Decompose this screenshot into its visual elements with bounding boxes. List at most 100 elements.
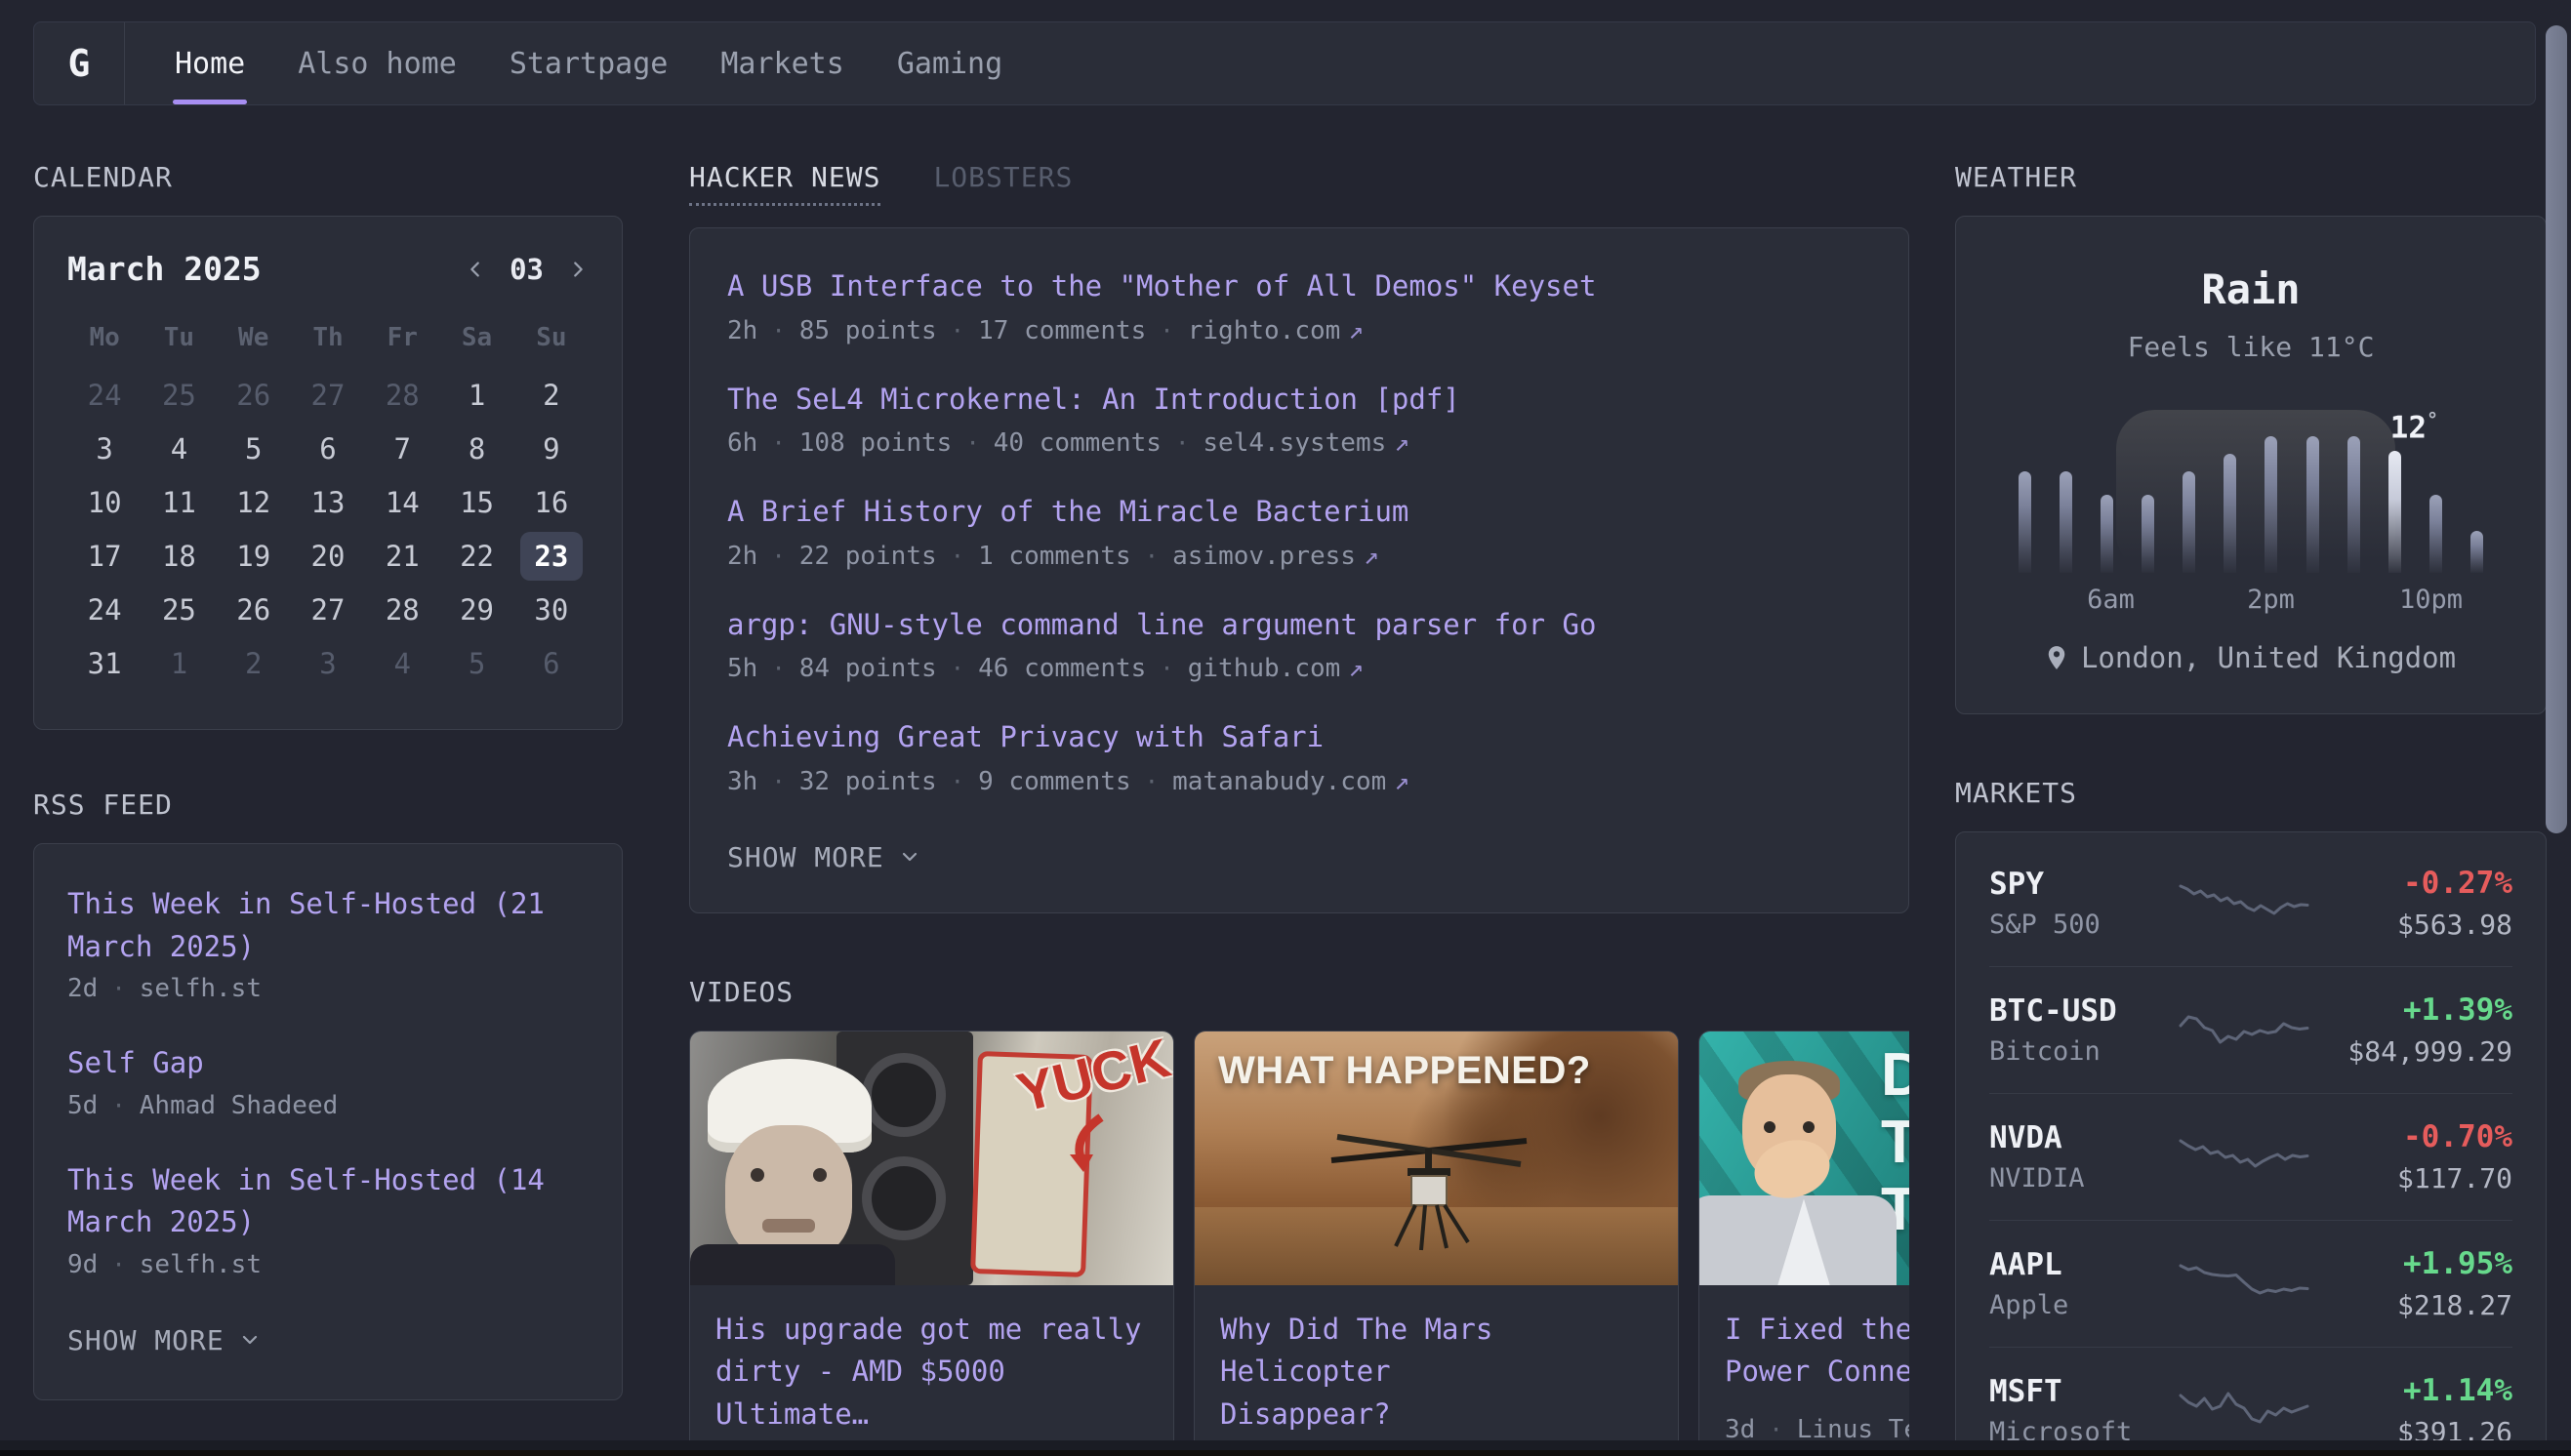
calendar-month-number[interactable]: 03 (510, 253, 544, 286)
news-item-title[interactable]: A Brief History of the Miracle Bacterium (727, 491, 1871, 534)
market-name: Bitcoin (1989, 1036, 2170, 1067)
calendar-day: 2 (514, 368, 589, 422)
news-item-comments[interactable]: 1 comments (978, 542, 1131, 571)
market-symbol-link[interactable]: AAPL (1989, 1247, 2170, 1282)
market-sparkline (2170, 1257, 2317, 1312)
nav-tab-gaming[interactable]: Gaming (897, 22, 1002, 104)
show-more-label: SHOW MORE (67, 1324, 224, 1356)
video-thumbnail[interactable]: WHAT HAPPENED? (1195, 1031, 1678, 1285)
calendar-day: 5 (439, 636, 513, 690)
chevron-down-icon (898, 845, 921, 869)
market-symbol-link[interactable]: SPY (1989, 867, 2170, 902)
app-logo[interactable]: G (34, 22, 125, 104)
rss-item-title[interactable]: Self Gap (67, 1042, 589, 1085)
external-link-icon: ↗ (1364, 542, 1379, 571)
news-item-title[interactable]: A USB Interface to the "Mother of All De… (727, 265, 1871, 308)
calendar-day: 23 (520, 532, 583, 581)
market-name: S&P 500 (1989, 910, 2170, 940)
rss-item-title[interactable]: This Week in Self-Hosted (21 March 2025) (67, 883, 589, 968)
video-title[interactable]: I Fixed the 5 Power Connect (1725, 1309, 1909, 1394)
video-title[interactable]: His upgrade got me really dirty - AMD $5… (715, 1309, 1148, 1436)
news-item-meta: 2h · 85 points · 17 comments · righto.co… (727, 316, 1871, 345)
navbar: G Home Also home Startpage Markets Gamin… (33, 21, 2536, 105)
videos-widget-label: VIDEOS (689, 976, 1909, 1009)
scrollbar-thumb[interactable] (2546, 25, 2567, 833)
nav-tab-startpage[interactable]: Startpage (510, 22, 669, 104)
news-item-domain: asimov.press (1172, 542, 1356, 571)
calendar-widget-label: CALENDAR (33, 161, 623, 194)
hacker-news-widget: HACKER NEWS LOBSTERS A USB Interface to … (689, 161, 1909, 913)
news-item-title[interactable]: argp: GNU-style command line argument pa… (727, 604, 1871, 647)
market-symbol-link[interactable]: MSFT (1989, 1374, 2170, 1409)
news-item-comments[interactable]: 46 comments (978, 654, 1146, 683)
nav-tab-markets[interactable]: Markets (720, 22, 843, 104)
news-item-age: 3h (727, 767, 757, 796)
calendar-card: March 2025 03 Mo Tu We Th (33, 216, 623, 730)
news-item-domain-link[interactable]: sel4.systems ↗ (1203, 428, 1409, 458)
fan-graphic (862, 1156, 946, 1240)
separator-dot: · (771, 317, 785, 344)
rss-show-more-button[interactable]: SHOW MORE (67, 1324, 589, 1356)
calendar-day: 14 (365, 475, 439, 529)
market-change: -0.70% (2317, 1119, 2512, 1154)
videos-widget: VIDEOS (689, 976, 1909, 1456)
news-item-comments[interactable]: 17 comments (978, 316, 1146, 345)
tab-lobsters[interactable]: LOBSTERS (933, 161, 1073, 203)
market-row: AAPL Apple +1.95% $218.27 (1989, 1220, 2512, 1347)
news-item-title[interactable]: Achieving Great Privacy with Safari (727, 716, 1871, 759)
weather-bar (2060, 471, 2072, 573)
calendar-day: 3 (67, 422, 142, 475)
nav-tab-also-home[interactable]: Also home (298, 22, 457, 104)
separator-dot: · (965, 429, 979, 457)
weekday-label: Tu (142, 323, 216, 352)
video-card: YUCK His upgrade got me really dirty - A… (689, 1031, 1174, 1456)
rss-item-age: 5d (67, 1091, 98, 1120)
news-item-title[interactable]: The SeL4 Microkernel: An Introduction [p… (727, 379, 1871, 422)
weather-location: London, United Kingdom (1985, 641, 2516, 674)
separator-dot: · (1769, 1416, 1782, 1443)
hacker-news-card: A USB Interface to the "Mother of All De… (689, 227, 1909, 913)
weather-bar (2347, 436, 2360, 573)
video-title[interactable]: Why Did The Mars Helicopter Disappear? (1220, 1309, 1653, 1436)
news-item-comments[interactable]: 9 comments (978, 767, 1131, 796)
news-show-more-button[interactable]: SHOW MORE (727, 841, 1871, 873)
markets-widget: MARKETS SPY S&P 500 -0.27% $563.98 (1955, 777, 2547, 1456)
weather-bar (2470, 531, 2483, 573)
calendar-day: 2 (217, 636, 291, 690)
market-sparkline (2170, 876, 2317, 931)
market-symbol-link[interactable]: BTC-USD (1989, 993, 2170, 1029)
rss-item-source: selfh.st (140, 974, 262, 1003)
weather-bar (2019, 471, 2031, 573)
news-item-domain-link[interactable]: github.com ↗ (1188, 654, 1364, 683)
news-item-domain-link[interactable]: asimov.press ↗ (1172, 542, 1379, 571)
rss-item-title[interactable]: This Week in Self-Hosted (14 March 2025) (67, 1159, 589, 1244)
calendar-day: 28 (365, 368, 439, 422)
news-item-domain: github.com (1188, 654, 1341, 683)
chevron-left-icon (465, 259, 486, 280)
location-pin-icon (2046, 644, 2067, 671)
news-item-comments[interactable]: 40 comments (994, 428, 1162, 458)
weather-bar (2306, 436, 2319, 573)
nav-tab-home[interactable]: Home (175, 22, 245, 104)
weather-bar (2388, 451, 2401, 573)
video-title-line: His upgrade got me really (715, 1309, 1148, 1352)
weather-widget: WEATHER Rain Feels like 11°C 12° 6am2pm1… (1955, 161, 2547, 714)
video-thumbnail[interactable]: YUCK (690, 1031, 1173, 1285)
news-item-domain-link[interactable]: righto.com ↗ (1188, 316, 1364, 345)
calendar-prev-button[interactable] (465, 259, 486, 280)
news-item-age: 6h (727, 428, 757, 458)
videos-row: YUCK His upgrade got me really dirty - A… (689, 1031, 1909, 1456)
calendar-next-button[interactable] (567, 259, 589, 280)
news-item-domain-link[interactable]: matanabudy.com ↗ (1172, 767, 1409, 796)
separator-dot: · (1175, 429, 1189, 457)
calendar-day: 8 (439, 422, 513, 475)
news-item-domain: matanabudy.com (1172, 767, 1386, 796)
video-thumbnail[interactable]: DO TH T (1699, 1031, 1909, 1285)
news-item-points: 22 points (799, 542, 937, 571)
separator-dot: · (951, 543, 964, 570)
tab-hacker-news[interactable]: HACKER NEWS (689, 161, 880, 206)
video-title-line: I Fixed the 5 (1725, 1309, 1909, 1352)
market-symbol-link[interactable]: NVDA (1989, 1120, 2170, 1155)
weather-bar (2224, 454, 2236, 573)
rss-title-line: March 2025) (67, 926, 589, 969)
